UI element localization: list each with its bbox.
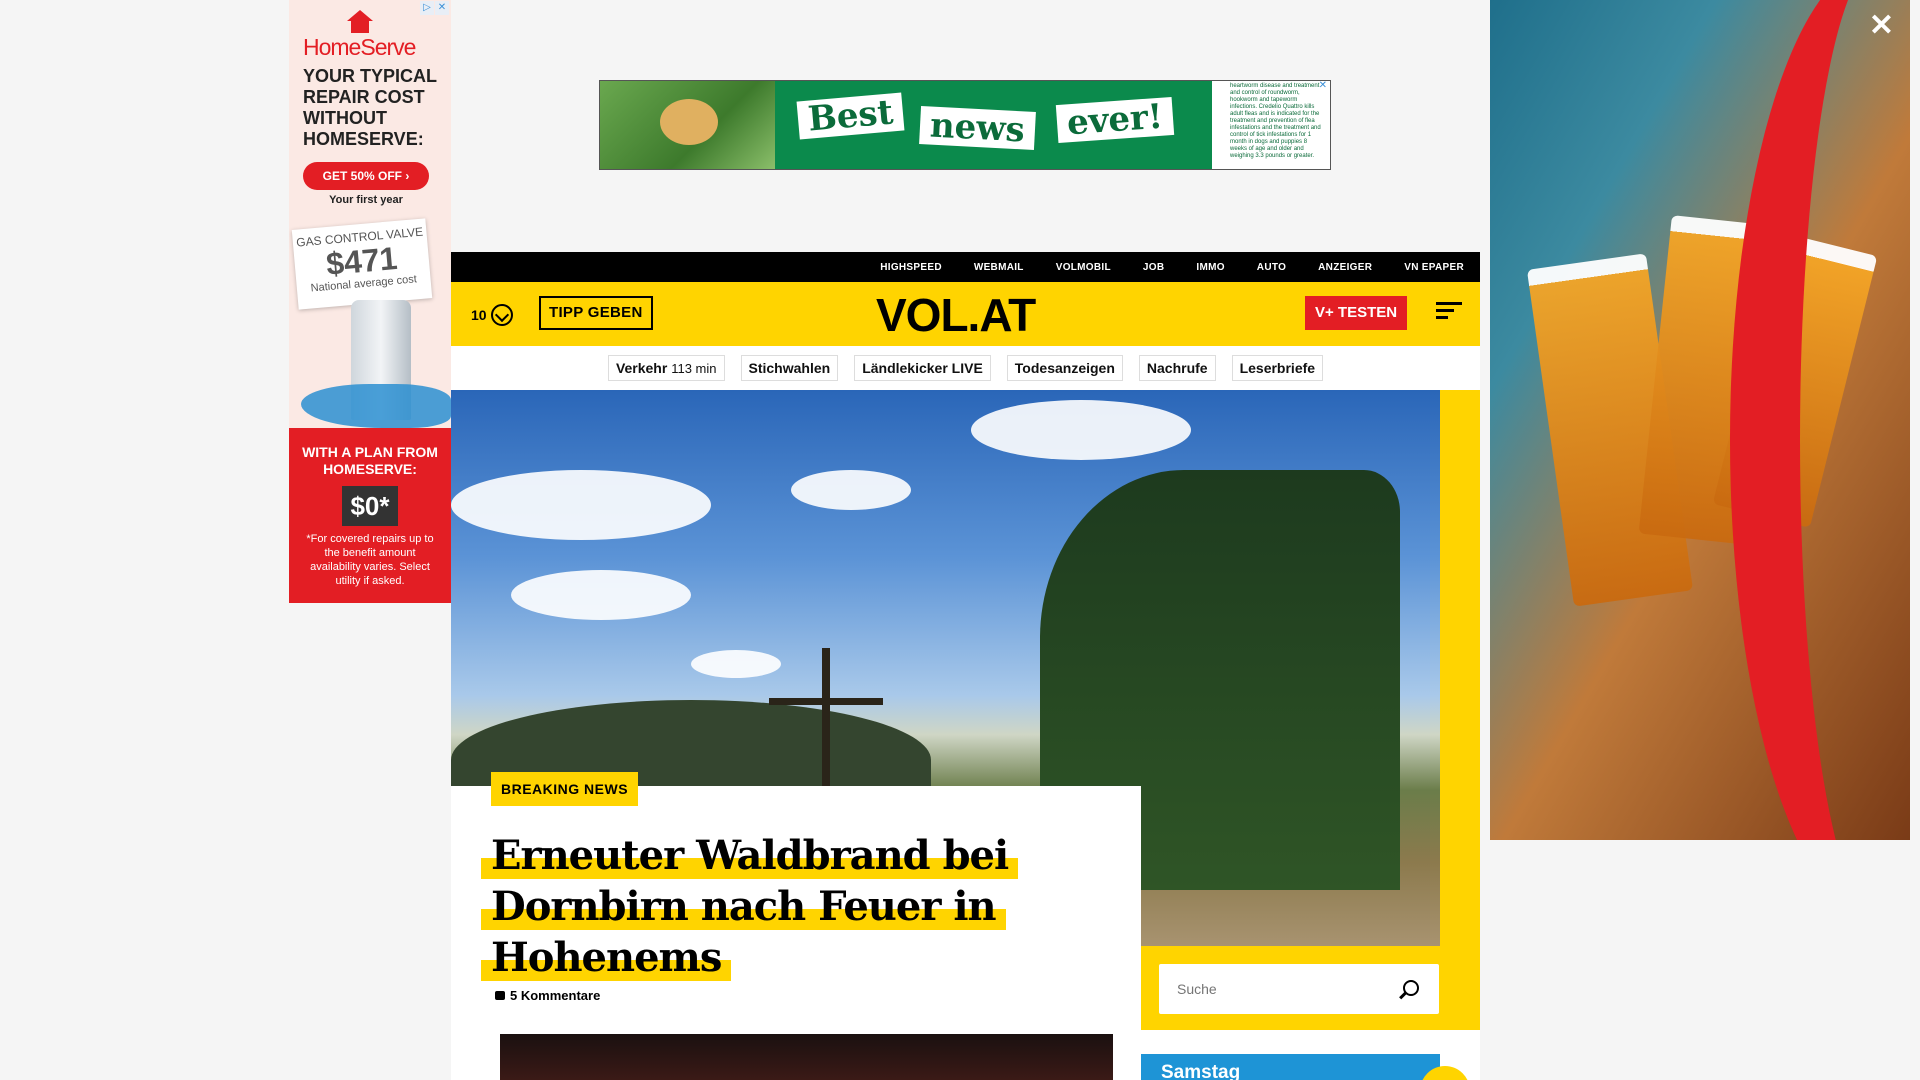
close-icon[interactable]: ✕ [1869, 8, 1894, 43]
ad-brand: HomeServe [303, 10, 443, 61]
article-title-line: Dornbirn nach Feuer in [481, 883, 1006, 930]
comments-count: 5 Kommentare [510, 988, 601, 1003]
ad-plan-price: $0* [342, 486, 398, 526]
ad-side-text: ✕ heartworm disease and treatment and co… [1212, 81, 1330, 169]
top-nav: HIGHSPEED WEBMAIL VOLMOBIL JOB IMMO AUTO… [451, 252, 1480, 282]
sun-icon [1420, 1066, 1470, 1080]
subnav-leserbriefe[interactable]: Leserbriefe [1231, 355, 1324, 381]
ad-plan-text: WITH A PLAN FROM HOMESERVE: [302, 444, 438, 477]
topnav-highspeed[interactable]: HIGHSPEED [880, 262, 942, 273]
ad-word-2: news [919, 106, 1036, 150]
ad-side-copy: heartworm disease and treatment and cont… [1230, 83, 1321, 159]
comment-icon [495, 991, 505, 1000]
ad-disclaimer: *For covered repairs up to the benefit a… [306, 533, 434, 587]
menu-search-icon[interactable] [1436, 302, 1462, 324]
site-header: 10 TIPP GEBEN VOL.AT V+ TESTEN [451, 282, 1480, 346]
tipp-geben-button[interactable]: TIPP GEBEN [539, 296, 653, 330]
vol-at-site: HIGHSPEED WEBMAIL VOLMOBIL JOB IMMO AUTO… [451, 252, 1480, 1080]
cloud-shape [511, 570, 691, 620]
vplus-testen-button[interactable]: V+ TESTEN [1305, 296, 1408, 330]
chevron-circle-icon [490, 304, 513, 326]
topnav-anzeiger[interactable]: ANZEIGER [1318, 262, 1372, 273]
ad-word-3: ever! [1055, 97, 1175, 143]
left-skyscraper-ad[interactable]: ▷ ✕ HomeServe YOUR TYPICAL REPAIR COST W… [289, 0, 451, 603]
search-icon[interactable] [1403, 980, 1419, 996]
subnav-stichwahlen[interactable]: Stichwahlen [740, 355, 839, 381]
cloud-shape [451, 470, 711, 540]
counter-value: 10 [471, 307, 487, 323]
subnav-laendlekicker[interactable]: Ländlekicker LIVE [854, 355, 991, 381]
ad-cta-button[interactable]: GET 50% OFF › [303, 162, 429, 190]
notification-counter[interactable]: 10 [471, 304, 513, 326]
breaking-news-badge: BREAKING NEWS [491, 772, 639, 806]
sidebar-yellow-band [1440, 390, 1480, 1030]
topnav-immo[interactable]: IMMO [1196, 262, 1224, 273]
subnav-todesanzeigen[interactable]: Todesanzeigen [1006, 355, 1123, 381]
ad-brand-name: HomeServe [303, 34, 416, 60]
comments-link[interactable]: 5 Kommentare [495, 988, 600, 1003]
search-input[interactable] [1159, 964, 1379, 1014]
top-leaderboard-ad[interactable]: Best news ever! ✕ heartworm disease and … [599, 80, 1331, 170]
topnav-vn-epaper[interactable]: VN EPAPER [1404, 262, 1464, 273]
ad-year-note: Your first year [329, 194, 403, 206]
subnav-verkehr[interactable]: Verkehr 113 min [607, 355, 725, 381]
sub-nav: Verkehr 113 min Stichwahlen Ländlekicker… [451, 346, 1480, 390]
topnav-webmail[interactable]: WEBMAIL [974, 262, 1024, 273]
ad-top-close-icon[interactable]: ✕ [1319, 81, 1327, 91]
topnav-volmobil[interactable]: VOLMOBIL [1056, 262, 1111, 273]
right-overlay-ad[interactable]: ✕ [1490, 0, 1910, 840]
ad-headline: YOUR TYPICAL REPAIR COST WITHOUT HOMESER… [303, 66, 437, 149]
water-splash-image [301, 384, 451, 428]
ad-dog-image [600, 81, 775, 169]
topnav-auto[interactable]: AUTO [1257, 262, 1286, 273]
topnav-job[interactable]: JOB [1143, 262, 1164, 273]
article-video-thumbnail[interactable] [500, 1034, 1113, 1080]
subnav-nachrufe[interactable]: Nachrufe [1138, 355, 1216, 381]
house-icon [347, 10, 373, 34]
subnav-verkehr-time: 113 min [671, 361, 717, 376]
lead-article[interactable]: BREAKING NEWS Erneuter Waldbrand bei Dor… [451, 772, 1141, 1080]
weather-day: Samstag [1161, 1062, 1241, 1080]
cloud-shape [691, 650, 781, 678]
article-title[interactable]: Erneuter Waldbrand bei Dornbirn nach Feu… [481, 830, 1041, 983]
cloud-shape [971, 400, 1191, 460]
subnav-verkehr-label: Verkehr [615, 360, 668, 376]
weather-widget[interactable]: Samstag [1141, 1054, 1470, 1080]
article-title-line: Erneuter Waldbrand bei [481, 832, 1019, 879]
site-logo[interactable]: VOL.AT [876, 292, 1036, 338]
cloud-shape [791, 470, 911, 510]
article-title-line: Hohenems [481, 934, 732, 981]
ad-price-card: GAS CONTROL VALVE $471 National average … [291, 218, 433, 310]
summit-cross-bar [769, 698, 883, 705]
ad-plan-box: WITH A PLAN FROM HOMESERVE: $0* *For cov… [289, 428, 451, 603]
search-box[interactable] [1159, 964, 1439, 1014]
ad-red-swoosh [1730, 0, 1910, 840]
ad-word-1: Best [796, 92, 905, 140]
